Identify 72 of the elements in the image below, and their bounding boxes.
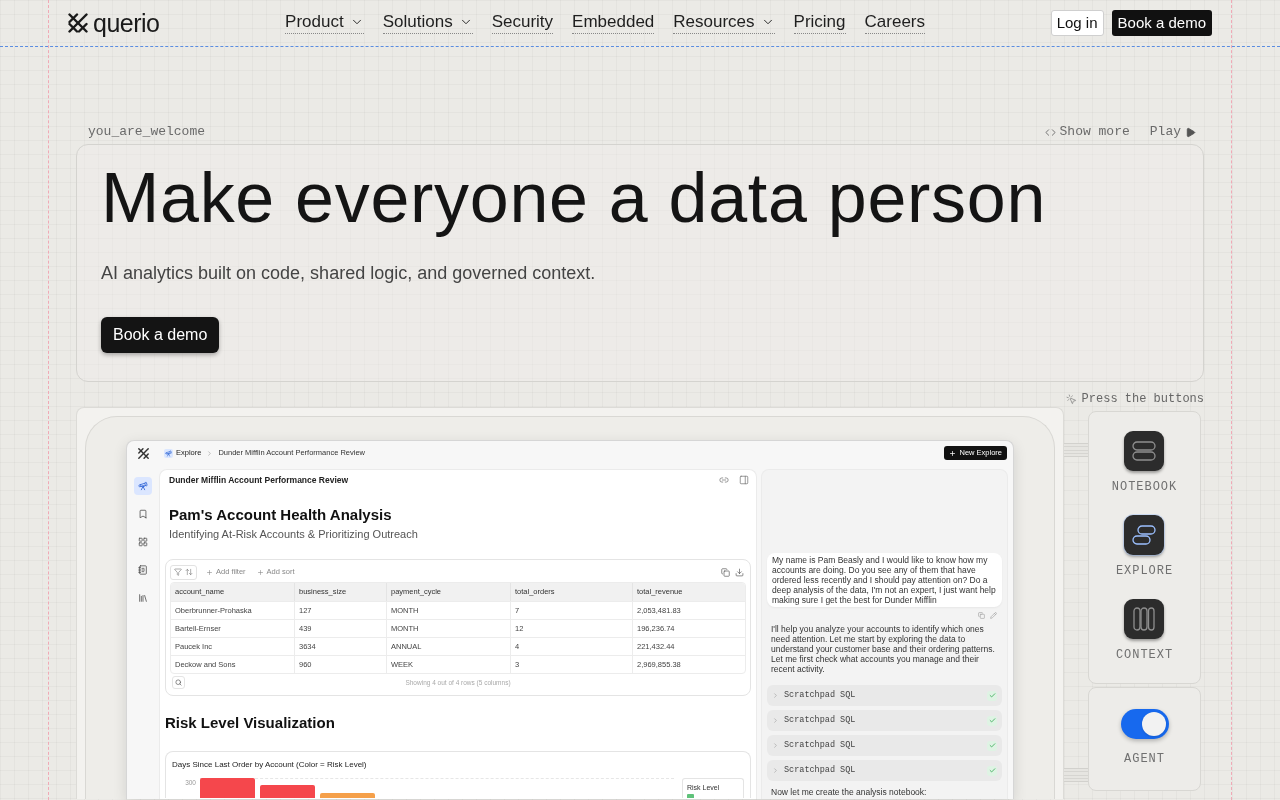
sidebar-button[interactable]: [134, 477, 152, 495]
plus-icon: [256, 568, 264, 576]
user-message: My name is Pam Beasly and I would like to know how my accounts are doing. Do you see any of them that have ordered less recently and I should pay attention on? Do a deep analysis of the data, I'm not an expert, I just want help making sure I get the best for Dunder Mifflin: [767, 553, 1002, 607]
side-panel-icon[interactable]: [739, 475, 749, 485]
assistant-message: I'll help you analyze your accounts to identify which ones need attention. Let me start by exploring the data to understand your customer base and their ordering patterns.: [771, 624, 996, 654]
chevron-right-icon: [772, 767, 779, 774]
agent-toggle[interactable]: [1120, 709, 1169, 739]
nav-link[interactable]: Pricing: [793, 12, 846, 34]
notebook-icon: [138, 565, 148, 575]
grid-icon: [138, 537, 148, 547]
section-title: Risk Level Visualization: [165, 713, 336, 733]
telescope-icon: [164, 448, 173, 458]
mode-button[interactable]: [1124, 599, 1165, 639]
chevron-right-icon: [772, 717, 779, 724]
nav-link[interactable]: Careers: [864, 12, 925, 34]
mode-label: CONTEXT: [1115, 647, 1174, 663]
chevron-right-icon: [772, 692, 779, 699]
mode-label: EXPLORE: [1115, 563, 1174, 579]
tool-call-row[interactable]: Scratchpad SQL: [767, 735, 1002, 756]
code-icon: [1044, 126, 1056, 138]
plus-icon: [949, 449, 957, 457]
chevron-right-icon: [206, 449, 214, 457]
offset-pills-icon: [1132, 525, 1157, 545]
link-icon[interactable]: [719, 475, 729, 485]
chart-title: Days Since Last Order by Account (Color = Risk Level): [172, 759, 368, 770]
mode-button[interactable]: [1124, 515, 1165, 555]
play-icon: [1185, 126, 1196, 138]
copy-icon[interactable]: [721, 567, 730, 577]
telescope-icon: [138, 481, 148, 491]
hint-label: Press the buttons: [1081, 391, 1204, 408]
knot-logo-icon: [137, 447, 149, 459]
login-button[interactable]: Log in: [1050, 10, 1104, 36]
document-subtitle: Identifying At-Risk Accounts & Prioritizing Outreach: [168, 527, 419, 541]
nav-link[interactable]: Security: [491, 12, 554, 34]
knot-logo-icon: [68, 13, 88, 33]
document-title: Pam's Account Health Analysis: [168, 505, 393, 525]
hero-subtitle: AI analytics built on code, shared logic, and governed context.: [101, 262, 597, 285]
nav-link[interactable]: Product: [285, 12, 364, 34]
nav-link[interactable]: Solutions: [382, 12, 473, 34]
chevron-right-icon: [772, 742, 779, 749]
search-icon: [175, 679, 182, 686]
sort-icon: [185, 568, 193, 576]
copy-icon[interactable]: [978, 611, 985, 619]
nav-link[interactable]: Resources: [673, 12, 775, 34]
bookmark-icon: [138, 509, 148, 519]
assistant-message: Let me first check what accounts you manage and their recent activity.: [771, 654, 980, 674]
brand-name: querio: [93, 10, 160, 36]
tool-call-row[interactable]: Scratchpad SQL: [767, 760, 1002, 781]
eyebrow-label: you_are_welcome: [88, 123, 206, 142]
tool-call-row[interactable]: Scratchpad SQL: [767, 710, 1002, 731]
assistant-message: Now let me create the analysis notebook:: [770, 787, 928, 797]
nav-link[interactable]: Embedded: [572, 12, 655, 34]
download-icon[interactable]: [735, 567, 744, 577]
play-button[interactable]: Play: [1149, 122, 1196, 142]
book-demo-button[interactable]: Book a demo: [1111, 10, 1212, 36]
cursor-click-icon: [1065, 393, 1077, 405]
legend-swatch-icon: [687, 794, 694, 798]
book-demo-button[interactable]: Book a demo: [101, 317, 220, 353]
stacked-pills-icon: [1132, 441, 1157, 461]
show-more-button[interactable]: Show more: [1044, 122, 1130, 142]
search-button[interactable]: [172, 676, 185, 689]
agent-label: AGENT: [1124, 751, 1165, 767]
filter-icon: [174, 568, 182, 576]
vertical-pills-icon: [1133, 607, 1156, 631]
mode-button[interactable]: [1124, 431, 1165, 471]
tool-call-row[interactable]: Scratchpad SQL: [767, 685, 1002, 706]
plus-icon: [206, 568, 213, 576]
edit-icon[interactable]: [990, 611, 997, 619]
filter-sort-button[interactable]: [170, 564, 197, 580]
books-icon: [138, 593, 148, 603]
document-header-title: Dunder Mifflin Account Performance Review: [169, 473, 349, 487]
mode-label: NOTEBOOK: [1111, 479, 1178, 495]
